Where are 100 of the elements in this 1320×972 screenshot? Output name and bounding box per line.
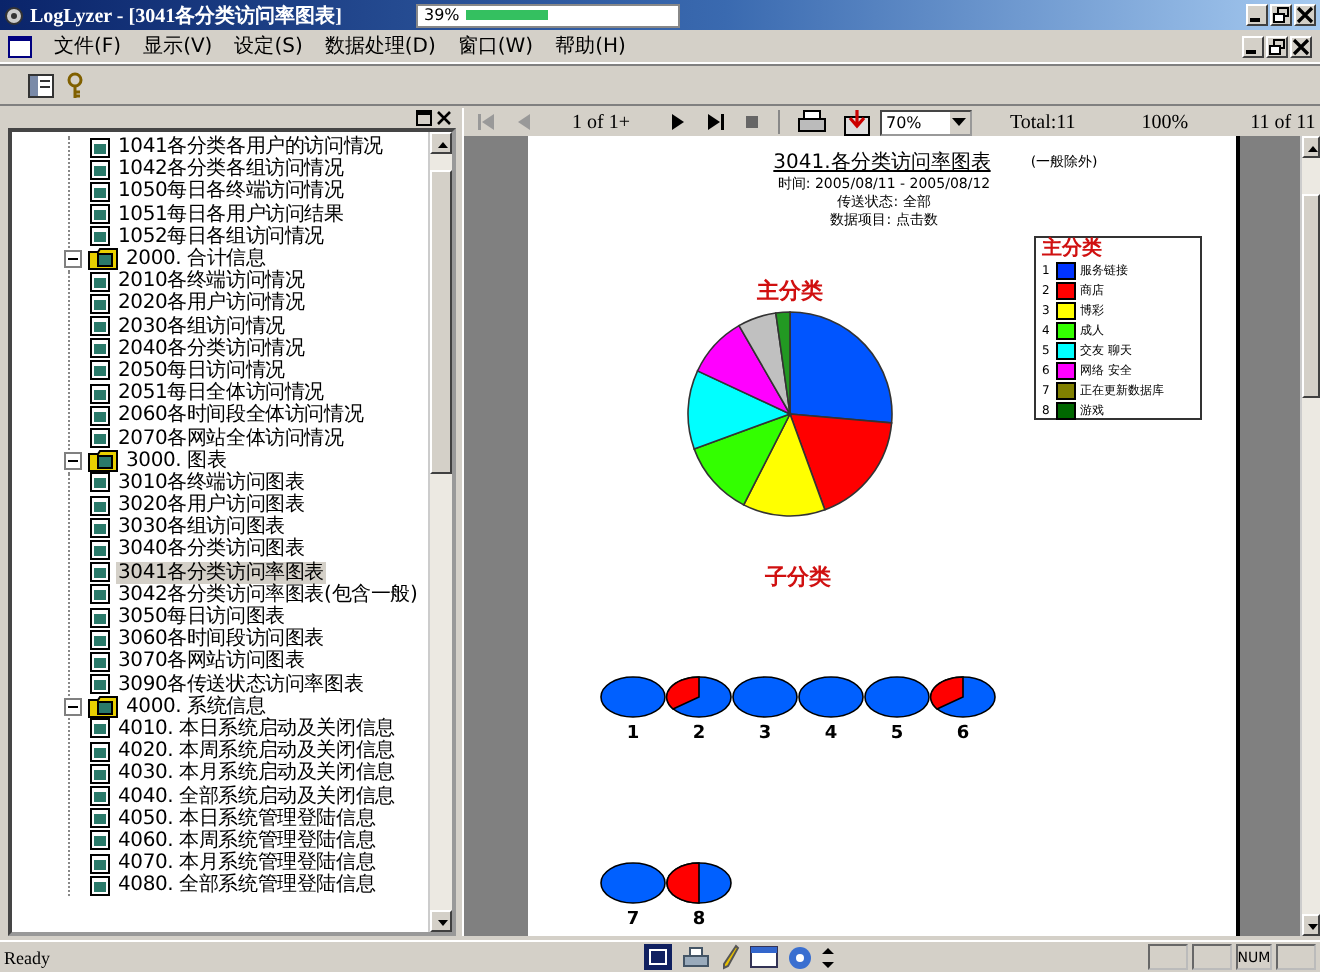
tree-item[interactable]: 3042各分类访问率图表(包含一般) — [116, 583, 420, 606]
folder-icon — [88, 695, 118, 718]
tree-item[interactable]: 4040. 全部系统启动及关闭信息 — [116, 785, 397, 808]
tree-item[interactable]: 4020. 本周系统启动及关闭信息 — [116, 740, 397, 763]
menu-item[interactable]: 显示(V) — [143, 32, 213, 60]
pie-label: 3 — [758, 724, 772, 746]
status-pane — [1276, 944, 1316, 970]
window-icon[interactable] — [750, 944, 778, 970]
report-icon — [90, 181, 110, 202]
status-text: Ready — [4, 947, 52, 967]
tree-item[interactable]: 2030各组访问情况 — [116, 315, 287, 338]
window-title: LogLyzer - [3041各分类访问率图表] — [30, 2, 344, 29]
pie-label: 8 — [692, 910, 706, 932]
close-icon[interactable] — [436, 110, 452, 126]
next-page-icon[interactable] — [667, 112, 688, 132]
collapse-icon[interactable] — [64, 697, 82, 716]
status-pane — [1148, 944, 1188, 970]
caret-icon — [952, 118, 967, 126]
tree-item[interactable]: 3060各时间段访问图表 — [116, 628, 327, 651]
close-icon[interactable] — [1294, 4, 1316, 26]
tree-item[interactable]: 4060. 本周系统管理登陆信息 — [116, 829, 378, 852]
tree-item[interactable]: 3090各传送状态访问率图表 — [116, 673, 366, 696]
tree-item[interactable]: 2020各用户访问情况 — [116, 292, 307, 315]
key-icon[interactable] — [66, 71, 84, 99]
tree-item[interactable]: 2010各终端访问情况 — [116, 270, 307, 293]
last-page-icon[interactable] — [705, 112, 726, 132]
tree-view-icon[interactable] — [28, 73, 54, 97]
tree-item[interactable]: 2040各分类访问情况 — [116, 337, 307, 360]
print-icon[interactable] — [797, 110, 826, 134]
report-icon — [90, 405, 110, 426]
tree-item[interactable]: 4050. 本日系统管理登陆信息 — [116, 807, 378, 830]
export-icon[interactable] — [843, 109, 870, 135]
menu-item[interactable]: 窗口(W) — [457, 32, 534, 60]
minimize-icon[interactable] — [1242, 35, 1264, 57]
report-icon — [90, 137, 110, 158]
report-icon — [90, 584, 110, 605]
report-icon[interactable] — [644, 944, 672, 970]
scroll-down-icon[interactable] — [430, 910, 452, 932]
tree-item[interactable]: 2050每日访问情况 — [116, 359, 287, 382]
menu-item[interactable]: 帮助(H) — [555, 32, 626, 60]
scroll-down-icon[interactable] — [1302, 914, 1320, 936]
tree-item[interactable]: 2060各时间段全体访问情况 — [116, 404, 366, 427]
tree-item[interactable]: 3050每日访问图表 — [116, 606, 287, 629]
tree-item[interactable]: 3040各分类访问图表 — [116, 538, 307, 561]
tree-group[interactable]: 3000. 图表 — [124, 449, 229, 472]
tree-item[interactable]: 2070各网站全体访问情况 — [116, 427, 346, 450]
folder-icon — [88, 449, 118, 472]
report-icon — [90, 830, 110, 851]
percent-label: 100% — [1141, 111, 1189, 133]
printer-icon[interactable] — [682, 944, 710, 970]
scroll-thumb[interactable] — [430, 170, 452, 474]
tree-item[interactable]: 4030. 本月系统启动及关闭信息 — [116, 762, 397, 785]
help-icon[interactable] — [788, 945, 812, 969]
pie-label: 5 — [890, 724, 904, 746]
pie-label: 7 — [626, 910, 640, 932]
scrollbar[interactable] — [428, 132, 452, 932]
zoom-dropdown[interactable]: 70% — [879, 109, 972, 135]
close-icon[interactable] — [1290, 35, 1312, 57]
report-icon — [90, 338, 110, 359]
minimize-icon[interactable] — [1246, 4, 1268, 26]
scroll-up-icon[interactable] — [430, 132, 452, 154]
collapse-icon[interactable] — [64, 451, 82, 470]
tree-item[interactable]: 1042各分类各组访问情况 — [116, 158, 346, 181]
tree-item[interactable]: 4070. 本月系统管理登陆信息 — [116, 852, 378, 875]
scroll-thumb[interactable] — [1302, 194, 1320, 398]
pie-label: 2 — [692, 724, 706, 746]
tree-item[interactable]: 1050每日各终端访问情况 — [116, 180, 346, 203]
tree-group[interactable]: 2000. 合计信息 — [124, 248, 268, 271]
tree-item[interactable]: 1052每日各组访问情况 — [116, 225, 327, 248]
menu-item[interactable]: 设定(S) — [234, 32, 303, 60]
tree-item[interactable]: 1051每日各用户访问结果 — [116, 203, 346, 226]
stop-icon[interactable] — [743, 114, 760, 130]
spin-icon[interactable] — [822, 945, 834, 969]
report-icon — [90, 271, 110, 292]
tree-item[interactable]: 3030各组访问图表 — [116, 516, 287, 539]
report-icon — [90, 360, 110, 381]
scroll-up-icon[interactable] — [1302, 136, 1320, 158]
tree-item[interactable]: 3020各用户访问图表 — [116, 494, 307, 517]
small-pie-drawing — [600, 862, 666, 904]
restore-icon[interactable] — [416, 110, 432, 126]
menu-item[interactable]: 文件(F) — [54, 32, 122, 60]
report-icon — [90, 316, 110, 337]
menu-item[interactable]: 数据处理(D) — [324, 32, 436, 60]
report-icon — [90, 629, 110, 650]
report-icon — [90, 159, 110, 180]
tree-item[interactable]: 3010各终端访问图表 — [116, 471, 307, 494]
document-icon[interactable] — [8, 35, 32, 57]
report-icon — [90, 495, 110, 516]
tree-item[interactable]: 4010. 本日系统启动及关闭信息 — [116, 717, 397, 740]
collapse-icon[interactable] — [64, 250, 82, 269]
tree-item[interactable]: 2051每日全体访问情况 — [116, 382, 327, 405]
chart-title: 子分类 — [765, 562, 831, 592]
tree-item[interactable]: 1041各分类各用户的访问情况 — [116, 136, 385, 159]
tree-item[interactable]: 3041各分类访问率图表 — [116, 561, 327, 584]
tree-group[interactable]: 4000. 系统信息 — [124, 695, 268, 718]
scrollbar[interactable] — [1300, 136, 1320, 936]
pencil-icon[interactable] — [720, 944, 740, 970]
tree-item[interactable]: 4080. 全部系统管理登陆信息 — [116, 874, 378, 897]
tree-item[interactable]: 3070各网站访问图表 — [116, 650, 307, 673]
status-pane — [1192, 944, 1232, 970]
